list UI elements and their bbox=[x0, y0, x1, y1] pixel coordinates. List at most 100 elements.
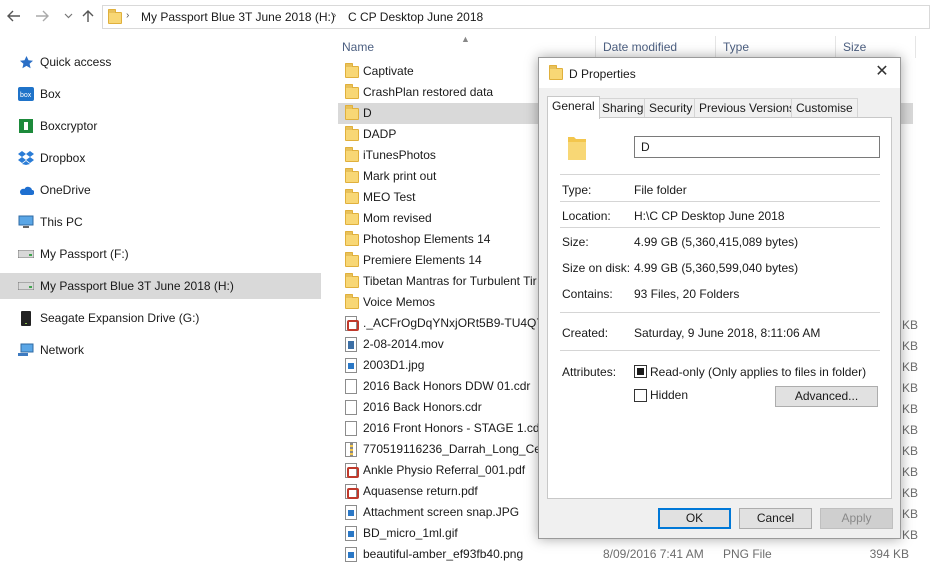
title-address-bar: › My Passport Blue 3T June 2018 (H:) › C… bbox=[0, 0, 930, 34]
apply-button[interactable]: Apply bbox=[820, 508, 893, 529]
star-icon bbox=[18, 54, 34, 70]
folder-icon bbox=[345, 84, 359, 100]
folder-icon bbox=[345, 63, 359, 79]
column-divider[interactable] bbox=[595, 36, 596, 58]
breadcrumb-folder[interactable]: C CP Desktop June 2018 bbox=[348, 10, 483, 24]
svg-text:box: box bbox=[20, 92, 32, 99]
folder-icon bbox=[345, 147, 359, 163]
nav-item-box[interactable]: box Box bbox=[0, 81, 321, 107]
nav-item-quick-access[interactable]: Quick access bbox=[0, 49, 321, 75]
read-only-checkbox[interactable] bbox=[634, 365, 647, 378]
address-bar[interactable]: › My Passport Blue 3T June 2018 (H:) › C… bbox=[102, 5, 930, 29]
nav-item-my-passport-blue-h[interactable]: My Passport Blue 3T June 2018 (H:) bbox=[0, 273, 321, 299]
back-arrow-icon[interactable] bbox=[6, 8, 22, 24]
drive-icon bbox=[18, 246, 34, 262]
drive-icon bbox=[18, 278, 34, 294]
folder-icon bbox=[345, 210, 359, 226]
nav-item-this-pc[interactable]: This PC bbox=[0, 209, 321, 235]
blank-file-icon bbox=[345, 421, 359, 436]
tab-general[interactable]: General bbox=[547, 96, 600, 119]
pdf-file-icon bbox=[345, 316, 359, 331]
folder-icon bbox=[345, 126, 359, 142]
size-cell-partial: KB bbox=[902, 402, 919, 416]
box-icon: box bbox=[18, 86, 34, 102]
size-cell-partial: KB bbox=[902, 444, 919, 458]
large-folder-icon bbox=[566, 134, 596, 160]
column-header-name[interactable]: Name bbox=[342, 40, 374, 54]
divider bbox=[560, 312, 880, 313]
folder-icon bbox=[345, 105, 359, 121]
type-label: Type: bbox=[562, 183, 592, 197]
column-header-type[interactable]: Type bbox=[723, 40, 749, 54]
file-row[interactable]: beautiful-amber_ef93fb40.png 8/09/2016 7… bbox=[338, 544, 913, 565]
folder-icon bbox=[108, 9, 122, 24]
properties-dialog: D Properties ✕ General Sharing Security … bbox=[538, 57, 901, 539]
pdf-file-icon bbox=[345, 484, 359, 499]
size-cell-partial: KB bbox=[902, 339, 919, 353]
tab-previous-versions[interactable]: Previous Versions bbox=[694, 98, 801, 118]
folder-icon bbox=[345, 231, 359, 247]
nav-item-boxcryptor[interactable]: Boxcryptor bbox=[0, 113, 321, 139]
size-cell-partial: KB bbox=[902, 318, 919, 332]
ok-button[interactable]: OK bbox=[658, 508, 731, 529]
general-tab-panel: Type: File folder Location: H:\C CP Desk… bbox=[547, 117, 892, 499]
location-value: H:\C CP Desktop June 2018 bbox=[634, 209, 785, 223]
hidden-checkbox[interactable] bbox=[634, 389, 647, 402]
breadcrumb-separator-icon[interactable]: › bbox=[126, 10, 129, 21]
forward-arrow-icon[interactable] bbox=[34, 8, 50, 24]
image-file-icon bbox=[345, 526, 359, 541]
image-file-icon bbox=[345, 358, 359, 373]
sort-ascending-icon: ▲ bbox=[461, 34, 470, 44]
image-file-icon bbox=[345, 505, 359, 520]
nav-item-network[interactable]: Network bbox=[0, 337, 321, 363]
read-only-label[interactable]: Read-only (Only applies to files in fold… bbox=[650, 365, 866, 379]
divider bbox=[560, 227, 880, 228]
size-cell-partial: KB bbox=[902, 465, 919, 479]
nav-item-onedrive[interactable]: OneDrive bbox=[0, 177, 321, 203]
column-divider[interactable] bbox=[715, 36, 716, 58]
size-value: 4.99 GB (5,360,415,089 bytes) bbox=[634, 235, 799, 249]
recent-locations-chevron-icon[interactable] bbox=[60, 8, 76, 24]
boxcryptor-icon bbox=[18, 118, 34, 134]
tab-sharing[interactable]: Sharing bbox=[597, 98, 649, 118]
computer-icon bbox=[18, 214, 34, 230]
breadcrumb-drive[interactable]: My Passport Blue 3T June 2018 (H:) bbox=[141, 10, 335, 24]
type-value: File folder bbox=[634, 183, 687, 197]
folder-icon bbox=[345, 294, 359, 310]
up-arrow-icon[interactable] bbox=[80, 8, 96, 24]
size-cell-partial: KB bbox=[902, 507, 919, 521]
created-value: Saturday, 9 June 2018, 8:11:06 AM bbox=[634, 326, 821, 340]
column-divider[interactable] bbox=[915, 36, 916, 58]
close-icon[interactable]: ✕ bbox=[874, 63, 890, 81]
divider bbox=[560, 350, 880, 351]
nav-item-seagate-g[interactable]: Seagate Expansion Drive (G:) bbox=[0, 305, 321, 331]
tab-security[interactable]: Security bbox=[644, 98, 698, 118]
breadcrumb-separator-icon[interactable]: › bbox=[333, 10, 336, 21]
nav-item-dropbox[interactable]: Dropbox bbox=[0, 145, 321, 171]
tab-customise[interactable]: Customise bbox=[791, 98, 858, 118]
video-file-icon bbox=[345, 337, 359, 352]
external-drive-icon bbox=[18, 310, 34, 326]
size-label: Size: bbox=[562, 235, 589, 249]
cancel-button[interactable]: Cancel bbox=[739, 508, 812, 529]
folder-icon bbox=[345, 252, 359, 268]
column-header-size[interactable]: Size bbox=[843, 40, 866, 54]
created-label: Created: bbox=[562, 326, 609, 340]
folder-name-input[interactable] bbox=[634, 136, 880, 158]
column-header-date[interactable]: Date modified bbox=[603, 40, 677, 54]
image-file-icon bbox=[345, 547, 359, 562]
folder-icon bbox=[549, 65, 563, 80]
folder-icon bbox=[345, 273, 359, 289]
size-cell-partial: KB bbox=[902, 423, 919, 437]
onedrive-icon bbox=[18, 182, 34, 198]
dialog-title-bar[interactable]: D Properties ✕ bbox=[539, 58, 900, 88]
column-divider[interactable] bbox=[835, 36, 836, 58]
attributes-label: Attributes: bbox=[562, 365, 617, 379]
divider bbox=[560, 174, 880, 175]
folder-icon bbox=[345, 168, 359, 184]
dialog-title: D Properties bbox=[569, 67, 636, 81]
blank-file-icon bbox=[345, 379, 359, 394]
nav-item-my-passport-f[interactable]: My Passport (F:) bbox=[0, 241, 321, 267]
advanced-button[interactable]: Advanced... bbox=[775, 386, 878, 407]
hidden-label[interactable]: Hidden bbox=[650, 388, 688, 402]
